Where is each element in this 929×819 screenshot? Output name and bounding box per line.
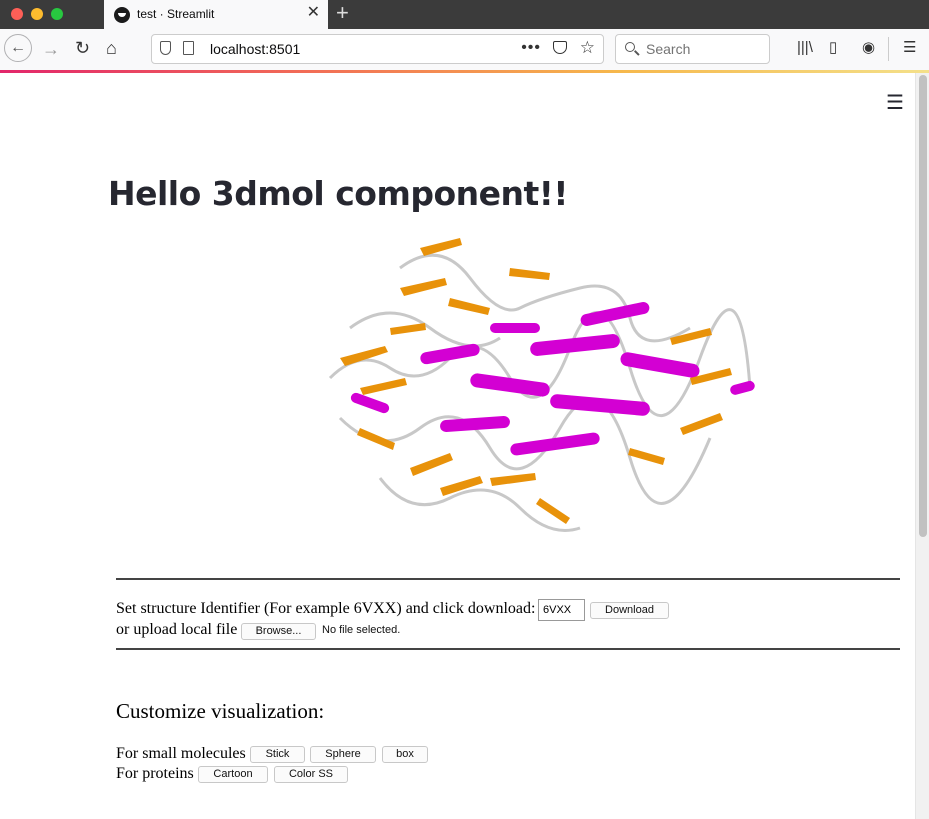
bookmark-star-icon[interactable]: ☆: [580, 38, 595, 58]
download-button[interactable]: Download: [590, 602, 669, 619]
home-icon[interactable]: ⌂: [106, 39, 117, 57]
search-placeholder: Search: [646, 41, 691, 57]
back-arrow-icon[interactable]: ←: [4, 34, 32, 62]
tracking-shield-icon[interactable]: [160, 41, 171, 55]
vertical-scrollbar[interactable]: [915, 73, 929, 819]
tab-strip: test · Streamlit ✕ +: [0, 0, 929, 29]
structure-prompt: Set structure Identifier (For example 6V…: [116, 600, 536, 617]
page-actions-icon[interactable]: •••: [521, 39, 541, 57]
zoom-window-button[interactable]: [51, 8, 63, 20]
page-info-icon[interactable]: [183, 41, 194, 55]
minimize-window-button[interactable]: [31, 8, 43, 20]
browser-tab[interactable]: test · Streamlit ✕: [104, 0, 328, 29]
page-title: Hello 3dmol component!!: [108, 174, 568, 213]
molecule-viewer[interactable]: [300, 228, 760, 550]
browse-button[interactable]: Browse...: [241, 623, 316, 640]
account-icon[interactable]: ◉: [862, 40, 875, 56]
top-divider: [116, 578, 900, 580]
tab-title: test · Streamlit: [137, 7, 215, 21]
new-tab-icon[interactable]: +: [336, 2, 349, 24]
color-ss-button[interactable]: Color SS: [274, 766, 348, 783]
file-status: No file selected.: [322, 624, 401, 636]
forward-arrow-icon[interactable]: →: [42, 40, 60, 58]
sidebar-icon[interactable]: ▯: [829, 40, 837, 56]
reload-icon[interactable]: ↻: [75, 39, 90, 57]
proteins-label: For proteins: [116, 765, 194, 782]
toolbar-divider: [888, 37, 889, 61]
customize-heading: Customize visualization:: [116, 699, 325, 723]
box-button[interactable]: box: [382, 746, 428, 763]
menu-icon[interactable]: ☰: [903, 40, 916, 56]
close-tab-icon[interactable]: ✕: [307, 5, 320, 21]
close-window-button[interactable]: [11, 8, 23, 20]
pocket-icon[interactable]: [553, 41, 567, 54]
upload-prompt: or upload local file: [116, 621, 238, 638]
small-molecules-label: For small molecules: [116, 745, 246, 762]
bottom-divider: [116, 648, 900, 650]
url-bar[interactable]: localhost:8501 ••• ☆: [151, 34, 604, 64]
structure-id-input[interactable]: 6VXX: [538, 599, 585, 621]
sphere-button[interactable]: Sphere: [310, 746, 376, 763]
cartoon-button[interactable]: Cartoon: [198, 766, 268, 783]
search-box[interactable]: Search: [615, 34, 770, 64]
url-text[interactable]: localhost:8501: [210, 41, 300, 57]
library-icon[interactable]: |||\: [797, 40, 813, 56]
search-icon: [625, 42, 635, 52]
streamlit-favicon-icon: [114, 7, 130, 23]
stick-button[interactable]: Stick: [250, 746, 305, 763]
nav-bar: ← → ↻ ⌂ localhost:8501 ••• ☆ Search |||\…: [0, 29, 929, 71]
scrollbar-thumb[interactable]: [919, 75, 927, 537]
streamlit-menu-icon[interactable]: ☰: [886, 93, 904, 113]
protein-strands: [340, 238, 732, 524]
